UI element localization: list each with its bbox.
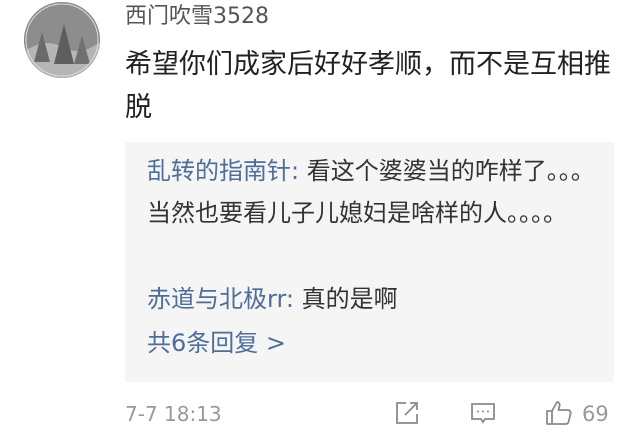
- reply-item[interactable]: 乱转的指南针: 看这个婆婆当的咋样了。。。当然也要看儿子儿媳妇是啥样的人。。。。: [147, 150, 597, 234]
- view-all-replies-link[interactable]: 共6条回复 >: [147, 328, 286, 358]
- timestamp: 7-7 18:13: [125, 402, 222, 426]
- comment-text: 希望你们成家后好好孝顺，而不是互相推脱: [125, 49, 611, 123]
- comment-icon[interactable]: [468, 398, 498, 428]
- reply-author[interactable]: 赤道与北极rr:: [147, 285, 294, 313]
- reply-box[interactable]: 乱转的指南针: 看这个婆婆当的咋样了。。。当然也要看儿子儿媳妇是啥样的人。。。。…: [125, 142, 614, 382]
- reply-item[interactable]: 赤道与北极rr: 真的是啊: [147, 278, 597, 320]
- reply-text: 真的是啊: [293, 285, 398, 313]
- like-count: 69: [582, 402, 609, 426]
- share-icon[interactable]: [392, 398, 422, 428]
- reply-author[interactable]: 乱转的指南针:: [147, 157, 299, 185]
- avatar[interactable]: [24, 2, 100, 78]
- thumbs-up-icon[interactable]: [544, 398, 574, 428]
- username[interactable]: 西门吹雪3528: [125, 2, 269, 32]
